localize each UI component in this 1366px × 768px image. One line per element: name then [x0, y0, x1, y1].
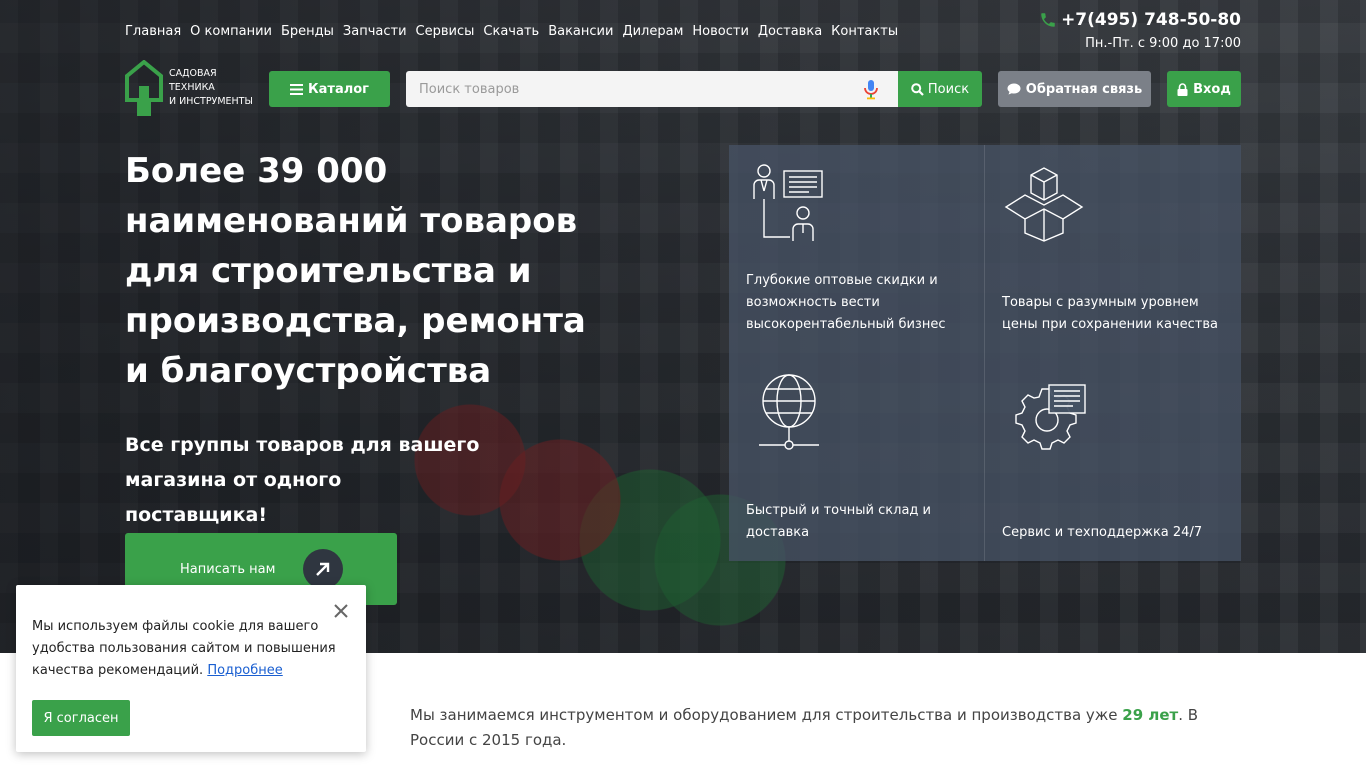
logo-line-3: и инструменты [169, 96, 253, 107]
nav-item-services[interactable]: Сервисы [416, 24, 475, 39]
login-button[interactable]: Вход [1167, 71, 1241, 107]
feature-card: Сервис и техподдержка 24/7 [985, 353, 1241, 561]
cookie-banner: Мы используем файлы cookie для вашего уд… [16, 585, 366, 752]
search-button[interactable]: Поиск [898, 71, 982, 107]
search-input[interactable] [406, 71, 861, 107]
hero-title: Более 39 000 наименований товаров для ст… [125, 151, 586, 391]
hero-subtitle: Все группы товаров для вашего магазина о… [125, 434, 480, 526]
nav-item-contacts[interactable]: Контакты [831, 24, 898, 39]
feature-text: Глубокие оптовые скидки и возможность ве… [746, 273, 946, 332]
about-text-start: Мы занимаемся инструментом и оборудовани… [410, 706, 1123, 724]
nav-item-dealers[interactable]: Дилерам [622, 24, 683, 39]
feedback-button[interactable]: Обратная связь [998, 71, 1151, 107]
logo-line-1: Садовая [169, 68, 217, 79]
nav-item-brands[interactable]: Бренды [281, 24, 334, 39]
cookie-agree-button[interactable]: Я согласен [32, 700, 130, 736]
feature-text: Быстрый и точный склад и доставка [746, 503, 931, 540]
nav-item-delivery[interactable]: Доставка [758, 24, 822, 39]
feature-text: Сервис и техподдержка 24/7 [1002, 525, 1203, 540]
microphone-icon[interactable] [861, 78, 881, 100]
phone-number[interactable]: +7(495) 748-50-80 [1061, 10, 1241, 30]
logo-line-2: техника [169, 82, 215, 93]
cookie-text: Мы используем файлы cookie для вашего уд… [32, 616, 344, 682]
cookie-more-link[interactable]: Подробнее [207, 663, 282, 678]
features-panel: Глубокие оптовые скидки и возможность ве… [729, 145, 1241, 561]
feature-text: Товары с разумным уровнем цены при сохра… [1002, 295, 1218, 332]
nav-item-vacancies[interactable]: Вакансии [548, 24, 613, 39]
top-nav: Главная О компании Бренды Запчасти Серви… [125, 24, 898, 39]
phone-icon [1041, 13, 1055, 27]
feature-card: Быстрый и точный склад и доставка [729, 353, 985, 561]
nav-item-news[interactable]: Новости [692, 24, 749, 39]
years-highlight: 29 лет [1122, 706, 1179, 724]
boxes-icon [1004, 167, 1084, 242]
login-button-label: Вход [1193, 81, 1231, 97]
search-icon [911, 82, 924, 96]
arrow-up-right-icon [303, 549, 343, 589]
logo-house-icon [125, 60, 163, 116]
lock-icon [1177, 82, 1188, 96]
search-box [406, 71, 899, 107]
hero-section: Главная О компании Бренды Запчасти Серви… [0, 0, 1366, 653]
feedback-button-label: Обратная связь [1025, 81, 1143, 97]
catalog-button[interactable]: Каталог [269, 71, 390, 107]
feature-card: Товары с разумным уровнем цены при сохра… [985, 145, 1241, 353]
cookie-message: Мы используем файлы cookie для вашего уд… [32, 619, 336, 678]
write-us-button-label: Написать нам [180, 561, 276, 577]
feature-card: Глубокие оптовые скидки и возможность ве… [729, 145, 985, 353]
nav-item-about[interactable]: О компании [190, 24, 272, 39]
nav-item-download[interactable]: Скачать [483, 24, 539, 39]
nav-item-home[interactable]: Главная [125, 24, 181, 39]
consultation-icon [753, 164, 823, 241]
gear-support-icon [1015, 384, 1086, 450]
globe-network-icon [759, 374, 819, 450]
search-button-label: Поиск [927, 81, 970, 97]
contact-block: +7(495) 748-50-80 Пн.-Пт. с 9:00 до 17:0… [1039, 10, 1241, 51]
working-hours: Пн.-Пт. с 9:00 до 17:00 [1085, 36, 1241, 51]
nav-item-parts[interactable]: Запчасти [343, 24, 407, 39]
catalog-button-label: Каталог [308, 81, 369, 97]
chat-bubble-icon [1007, 83, 1021, 95]
logo[interactable]: Садовая техника и инструменты [125, 60, 253, 116]
about-text: Мы занимаемся инструментом и оборудовани… [410, 703, 1230, 753]
menu-icon [290, 83, 304, 95]
